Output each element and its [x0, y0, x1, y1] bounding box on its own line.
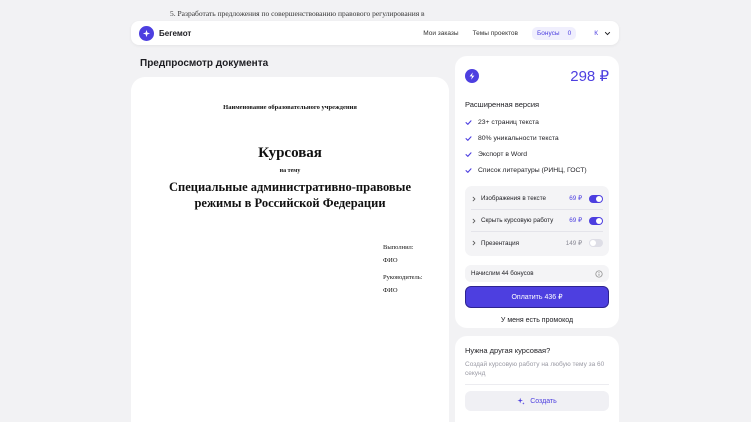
chevron-down-icon: [604, 31, 611, 35]
option-toggle[interactable]: [589, 194, 603, 203]
chevron-right-icon: [472, 196, 476, 201]
create-button[interactable]: Создать: [465, 391, 609, 411]
sparkle-icon: [517, 397, 525, 405]
option-toggle[interactable]: [589, 216, 603, 225]
nav-my-orders[interactable]: Мои заказы: [423, 30, 458, 37]
option-images[interactable]: Изображения в тексте 69 ₽: [471, 188, 603, 210]
addon-options: Изображения в тексте 69 ₽ Скрыть курсову…: [465, 186, 609, 256]
supervisor-label: Руководитель:: [383, 274, 423, 281]
option-price: 149 ₽: [565, 239, 582, 247]
feature-item: 23+ страниц текста: [465, 114, 609, 130]
option-name: Изображения в тексте: [481, 195, 547, 202]
lightning-icon: [465, 69, 479, 83]
divider: [465, 384, 609, 385]
promo-code-link[interactable]: У меня есть промокод: [465, 317, 609, 324]
user-initial: К: [594, 29, 598, 37]
chevron-right-icon: [472, 218, 476, 223]
option-hide-work[interactable]: Скрыть курсовую работу 69 ₽: [471, 210, 603, 232]
bonus-count: 0: [567, 29, 572, 37]
logo-icon: [139, 25, 154, 41]
other-title: Нужна другая курсовая?: [465, 346, 551, 355]
check-icon: [465, 119, 472, 125]
page-title: Предпросмотр документа: [140, 58, 269, 69]
option-toggle[interactable]: [589, 239, 603, 247]
supervisor-value: ФИО: [383, 287, 398, 294]
bonus-accrual-info: Начислим 44 бонусов: [465, 265, 609, 282]
document-on-topic: на тему: [279, 168, 301, 174]
other-description: Создай курсовую работу на любую тему за …: [465, 361, 605, 377]
price: 298 ₽: [570, 68, 609, 85]
document-preview: Наименование образовательного учреждения…: [131, 77, 449, 422]
logo-text: Бегемот: [159, 28, 192, 38]
accrual-text: Начислим 44 бонусов: [471, 270, 534, 277]
check-icon: [465, 167, 472, 173]
nav-project-topics[interactable]: Темы проектов: [473, 30, 518, 37]
performed-value: ФИО: [383, 257, 398, 264]
performed-label: Выполнил:: [383, 244, 414, 251]
document-signatures: Выполнил: ФИО Руководитель: ФИО: [383, 241, 423, 297]
feature-item: Экспорт в Word: [465, 146, 609, 162]
option-name: Скрыть курсовую работу: [481, 217, 554, 224]
create-label: Создать: [530, 397, 557, 405]
main-nav: Мои заказы Темы проектов Бонусы 0 К: [423, 26, 611, 40]
option-price: 69 ₽: [569, 217, 582, 224]
feature-list: 23+ страниц текста 80% уникальности текс…: [465, 114, 609, 178]
pay-button[interactable]: Оплатить 436 ₽: [465, 286, 609, 308]
pricing-card: 298 ₽ Расширенная версия 23+ страниц тек…: [455, 56, 619, 328]
option-name: Презентация: [481, 239, 520, 247]
background-document-text: 5. Разработать предложения по совершенст…: [170, 9, 425, 18]
check-icon: [465, 135, 472, 141]
feature-item: 80% уникальности текста: [465, 130, 609, 146]
info-icon[interactable]: [595, 269, 603, 278]
document-institution: Наименование образовательного учреждения: [223, 104, 357, 111]
create-other-card: Нужна другая курсовая? Создай курсовую р…: [455, 336, 619, 422]
bonus-label: Бонусы: [537, 29, 560, 37]
top-navigation-bar: Бегемот Мои заказы Темы проектов Бонусы …: [131, 21, 619, 45]
option-presentation[interactable]: Презентация 149 ₽: [471, 232, 603, 254]
check-icon: [465, 151, 472, 157]
document-type: Курсовая: [258, 145, 322, 161]
option-price: 69 ₽: [569, 195, 582, 202]
chevron-right-icon: [472, 240, 476, 246]
logo[interactable]: Бегемот: [139, 25, 192, 41]
user-menu[interactable]: К: [594, 30, 611, 37]
document-topic: Специальные административно-правовые реж…: [169, 180, 411, 210]
bonus-badge[interactable]: Бонусы 0: [532, 26, 577, 40]
feature-item: Список литературы (РИНЦ, ГОСТ): [465, 162, 609, 178]
version-title: Расширенная версия: [465, 100, 540, 109]
